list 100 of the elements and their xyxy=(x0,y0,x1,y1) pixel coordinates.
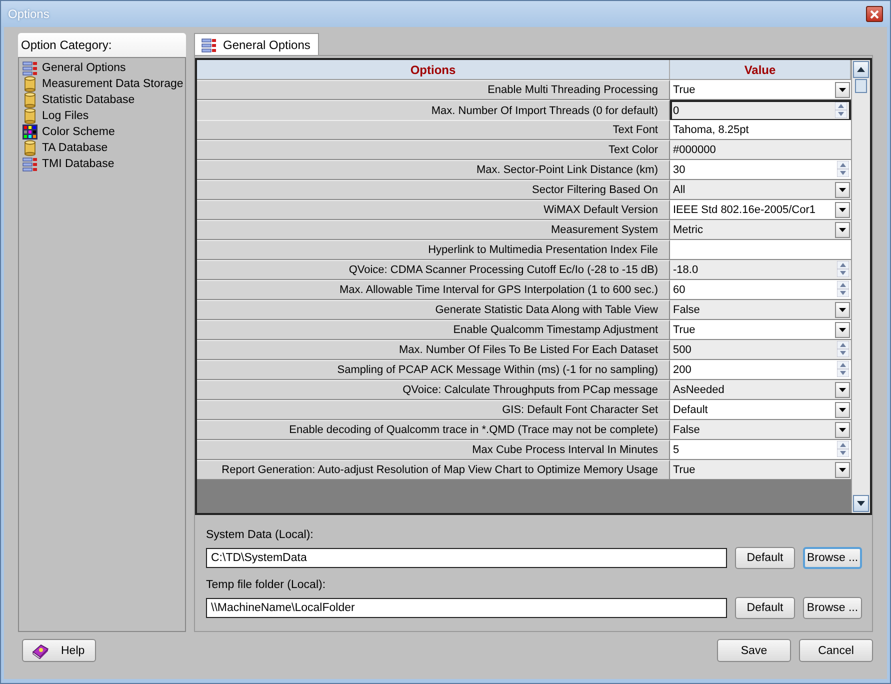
option-label: QVoice: CDMA Scanner Processing Cutoff Ec/Io (-28 to -15 dB) xyxy=(197,260,670,279)
caret-icon xyxy=(839,228,846,232)
value-field[interactable]: False xyxy=(670,420,851,439)
value-field[interactable]: 0 xyxy=(670,100,851,121)
category-header: Option Category: xyxy=(18,33,186,57)
caret-icon xyxy=(839,188,846,192)
value-field[interactable]: Tahoma, 8.25pt xyxy=(670,120,851,139)
value-field[interactable]: 200 xyxy=(670,360,851,379)
options-grid-icon xyxy=(22,60,38,76)
value-field[interactable]: False xyxy=(670,300,851,319)
option-label: Enable Qualcomm Timestamp Adjustment xyxy=(197,320,670,339)
column-header: Options xyxy=(197,60,670,79)
option-label: Max. Allowable Time Interval for GPS Interpolation (1 to 600 sec.) xyxy=(197,280,670,299)
path-label: System Data (Local): xyxy=(206,528,314,543)
spin-down-button[interactable] xyxy=(837,269,849,277)
window-title: Options xyxy=(8,7,50,21)
close-button[interactable] xyxy=(866,6,883,22)
caret-icon xyxy=(839,428,846,432)
value-field[interactable]: 30 xyxy=(670,160,851,179)
caret-icon xyxy=(839,308,846,312)
spin-up-button[interactable] xyxy=(837,161,849,169)
category-item[interactable]: Measurement Data Storage xyxy=(42,78,184,90)
path-field[interactable]: C:\TD\SystemData xyxy=(206,548,727,568)
dropdown-button[interactable] xyxy=(835,402,850,418)
option-label: Enable decoding of Qualcomm trace in *.QMD (Trace may not be complete) xyxy=(197,420,670,439)
value-field[interactable]: -18.0 xyxy=(670,260,851,279)
option-label: GIS: Default Font Character Set xyxy=(197,400,670,419)
category-item[interactable]: TA Database xyxy=(42,142,108,154)
caret-icon xyxy=(839,408,846,412)
value-field[interactable]: AsNeeded xyxy=(670,380,851,399)
spin-down-button[interactable] xyxy=(835,110,847,118)
scroll-up-button[interactable] xyxy=(853,61,869,78)
spin-down-button[interactable] xyxy=(837,449,849,457)
dropdown-button[interactable] xyxy=(835,382,850,398)
option-label: Sector Filtering Based On xyxy=(197,180,670,199)
dropdown-button[interactable] xyxy=(835,82,850,98)
category-item[interactable]: General Options xyxy=(42,62,126,74)
category-item[interactable]: Log Files xyxy=(42,110,89,122)
spin-down-button[interactable] xyxy=(837,169,849,177)
close-icon xyxy=(870,10,879,18)
spin-up-button[interactable] xyxy=(837,441,849,449)
dropdown-button[interactable] xyxy=(835,462,850,478)
browse-button[interactable]: Browse ... xyxy=(803,597,862,619)
default-button[interactable]: Default xyxy=(735,597,795,619)
database-icon xyxy=(24,108,36,124)
color-palette-icon xyxy=(22,124,38,140)
value-field[interactable]: Metric xyxy=(670,220,851,239)
value-field[interactable]: 5 xyxy=(670,440,851,459)
value-field[interactable]: All xyxy=(670,180,851,199)
caret-icon xyxy=(839,388,846,392)
option-label: Max Cube Process Interval In Minutes xyxy=(197,440,670,459)
category-item[interactable]: Statistic Database xyxy=(42,94,135,106)
value-field[interactable]: True xyxy=(670,80,851,99)
spin-down-button[interactable] xyxy=(837,369,849,377)
option-label: WiMAX Default Version xyxy=(197,200,670,219)
caret-icon xyxy=(839,468,846,472)
dropdown-button[interactable] xyxy=(835,302,850,318)
value-field[interactable]: Default xyxy=(670,400,851,419)
option-label: Text Font xyxy=(197,120,670,139)
default-button[interactable]: Default xyxy=(735,547,795,569)
cancel-button[interactable]: Cancel xyxy=(799,639,873,662)
value-field[interactable]: IEEE Std 802.16e-2005/Cor1 xyxy=(670,200,851,219)
spin-down-button[interactable] xyxy=(837,349,849,357)
value-field[interactable]: #000000 xyxy=(670,140,851,159)
spin-up-button[interactable] xyxy=(837,361,849,369)
value-field[interactable]: True xyxy=(670,320,851,339)
spin-up-button[interactable] xyxy=(837,341,849,349)
path-field[interactable]: \\MachineName\LocalFolder xyxy=(206,598,727,618)
value-field[interactable]: True xyxy=(670,460,851,479)
option-label: Max. Number Of Import Threads (0 for default) xyxy=(197,100,670,121)
up-arrow-icon xyxy=(857,67,865,72)
category-item[interactable]: Color Scheme xyxy=(42,126,115,138)
spin-down-button[interactable] xyxy=(837,289,849,297)
save-button[interactable]: Save xyxy=(717,639,791,662)
caret-icon xyxy=(839,88,846,92)
option-label: Max. Number Of Files To Be Listed For Each Dataset xyxy=(197,340,670,359)
value-field[interactable]: 500 xyxy=(670,340,851,359)
help-button[interactable]: Help xyxy=(22,639,96,662)
caret-icon xyxy=(839,328,846,332)
dropdown-button[interactable] xyxy=(835,422,850,438)
spin-up-button[interactable] xyxy=(835,102,847,110)
dropdown-button[interactable] xyxy=(835,182,850,198)
spin-up-button[interactable] xyxy=(837,261,849,269)
value-field[interactable]: 60 xyxy=(670,280,851,299)
scroll-down-button[interactable] xyxy=(853,495,869,512)
dropdown-button[interactable] xyxy=(835,222,850,238)
browse-button[interactable]: Browse ... xyxy=(803,547,862,569)
option-label: Generate Statistic Data Along with Table View xyxy=(197,300,670,319)
down-arrow-icon xyxy=(857,501,865,506)
scroll-thumb[interactable] xyxy=(855,79,867,93)
database-icon xyxy=(24,140,36,156)
value-field[interactable] xyxy=(670,240,851,259)
dropdown-button[interactable] xyxy=(835,202,850,218)
category-item[interactable]: TMI Database xyxy=(42,158,114,170)
tab[interactable]: General Options xyxy=(194,33,320,55)
spin-up-button[interactable] xyxy=(837,281,849,289)
options-grid-icon xyxy=(22,156,38,172)
option-label: Max. Sector-Point Link Distance (km) xyxy=(197,160,670,179)
book-icon xyxy=(31,642,49,658)
dropdown-button[interactable] xyxy=(835,322,850,338)
